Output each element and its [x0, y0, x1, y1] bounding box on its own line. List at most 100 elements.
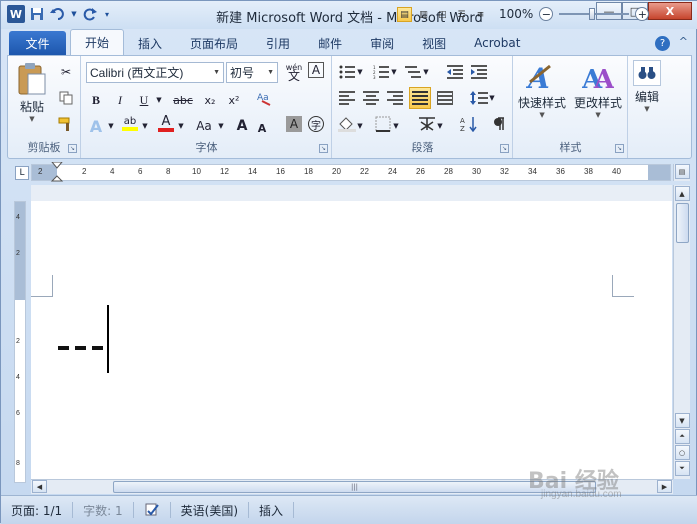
line-spacing-icon[interactable] [469, 88, 489, 108]
numbering-icon[interactable]: 123 [371, 62, 391, 82]
page-count[interactable]: 页面: 1/1 [1, 502, 74, 518]
tab-insert[interactable]: 插入 [124, 31, 176, 55]
insert-mode[interactable]: 插入 [249, 502, 295, 518]
format-painter-icon[interactable] [56, 114, 76, 134]
character-shading-button[interactable]: A [286, 116, 302, 132]
next-page-button[interactable]: ⏷ [674, 461, 690, 476]
align-right-icon[interactable] [385, 88, 405, 108]
chevron-down-icon[interactable]: ▼ [421, 62, 431, 82]
clear-formatting-icon[interactable]: Aa [254, 88, 274, 108]
scroll-thumb-horizontal[interactable]: ||| [113, 481, 596, 493]
chevron-down-icon[interactable]: ▼ [140, 116, 150, 136]
multilevel-list-icon[interactable] [403, 62, 423, 82]
indent-marker-icon[interactable] [50, 162, 64, 184]
quick-styles-button[interactable]: A 快速样式 ▼ [518, 62, 566, 119]
horizontal-ruler[interactable]: 2 2 4 6 8 10 12 14 16 18 20 22 24 26 28 … [31, 162, 671, 184]
language-indicator[interactable]: 英语(美国) [171, 502, 250, 518]
chevron-down-icon[interactable]: ▼ [435, 116, 445, 136]
increase-indent-icon[interactable] [469, 62, 489, 82]
highlight-button[interactable]: ab [120, 114, 140, 134]
font-size-select[interactable]: 初号 ▼ [226, 62, 278, 83]
phonetic-guide-button[interactable]: wén 文 [284, 62, 304, 83]
tab-acrobat[interactable]: Acrobat [460, 31, 534, 55]
character-border-button[interactable]: A [308, 62, 324, 78]
chevron-down-icon[interactable]: ▼ [355, 116, 365, 136]
text-effects-button[interactable]: A [86, 116, 106, 136]
scroll-right-button[interactable]: ▶ [657, 480, 672, 493]
tab-page-layout[interactable]: 页面布局 [176, 31, 252, 55]
tab-home[interactable]: 开始 [70, 29, 125, 55]
subscript-button[interactable]: x₂ [200, 90, 220, 110]
print-layout-icon[interactable]: ▤ [397, 7, 412, 22]
tab-references[interactable]: 引用 [252, 31, 304, 55]
strikethrough-button[interactable]: abc [170, 90, 196, 110]
proofing-icon[interactable] [134, 502, 171, 518]
decrease-indent-icon[interactable] [445, 62, 465, 82]
italic-button[interactable]: I [110, 90, 130, 110]
previous-page-button[interactable]: ⏶ [674, 429, 690, 444]
document-page[interactable] [31, 201, 672, 479]
borders-icon[interactable] [373, 114, 393, 134]
web-layout-icon[interactable]: ◰ [435, 7, 450, 22]
scroll-thumb-vertical[interactable] [675, 203, 689, 243]
ruler-toggle-icon[interactable]: ▤ [674, 164, 690, 179]
chevron-down-icon[interactable]: ▼ [216, 116, 226, 136]
chevron-down-icon[interactable]: ▼ [154, 90, 164, 110]
chevron-down-icon[interactable]: ▼ [391, 116, 401, 136]
underline-button[interactable]: U [134, 90, 154, 110]
scroll-down-button[interactable]: ▼ [674, 413, 690, 428]
scroll-up-button[interactable]: ▲ [674, 186, 690, 201]
paste-button[interactable]: 粘贴 ▼ [16, 62, 48, 123]
chevron-down-icon[interactable]: ▼ [389, 62, 399, 82]
enclose-characters-button[interactable]: 字 [308, 116, 324, 132]
select-browse-object-button[interactable]: ○ [674, 445, 690, 460]
bold-button[interactable]: B [86, 90, 106, 110]
change-styles-button[interactable]: AA 更改样式 ▼ [574, 62, 622, 119]
zoom-slider[interactable] [559, 8, 630, 20]
outline-icon[interactable]: ☰ [454, 7, 469, 22]
vertical-scrollbar[interactable]: ▲ ▼ ⏶ ○ ⏷ [673, 185, 690, 479]
zoom-level[interactable]: 100% [499, 7, 533, 21]
tab-view[interactable]: 视图 [408, 31, 460, 55]
zoom-out-button[interactable]: − [539, 7, 554, 21]
chevron-down-icon[interactable]: ▼ [355, 62, 365, 82]
chevron-down-icon[interactable]: ▼ [487, 88, 497, 108]
tab-selector-icon[interactable]: L [15, 166, 29, 180]
justify-icon[interactable] [409, 87, 431, 109]
chevron-down-icon[interactable]: ▼ [106, 116, 116, 136]
superscript-button[interactable]: x² [224, 90, 244, 110]
font-launcher-icon[interactable]: ↘ [319, 144, 328, 153]
editing-button[interactable]: 编辑 ▼ [633, 60, 661, 113]
tab-file[interactable]: 文件 [9, 31, 66, 55]
bullets-icon[interactable] [337, 62, 357, 82]
cut-icon[interactable]: ✂ [56, 62, 76, 82]
document-area[interactable] [31, 185, 672, 479]
document-text[interactable] [58, 346, 103, 350]
help-icon[interactable]: ? [655, 36, 670, 51]
change-case-button[interactable]: Aa [192, 116, 216, 136]
tab-review[interactable]: 审阅 [356, 31, 408, 55]
minimize-ribbon-icon[interactable]: ^ [679, 35, 688, 48]
distributed-icon[interactable] [435, 88, 455, 108]
align-left-icon[interactable] [337, 88, 357, 108]
tab-mailings[interactable]: 邮件 [304, 31, 356, 55]
styles-launcher-icon[interactable]: ↘ [615, 144, 624, 153]
chinese-layout-icon[interactable] [417, 114, 437, 134]
grow-font-button[interactable]: A [232, 116, 252, 136]
zoom-in-button[interactable]: + [635, 7, 650, 21]
word-count[interactable]: 字数: 1 [73, 502, 134, 518]
align-center-icon[interactable] [361, 88, 381, 108]
shrink-font-button[interactable]: A [252, 118, 272, 138]
scroll-left-button[interactable]: ◀ [32, 480, 47, 493]
shading-icon[interactable] [337, 114, 357, 134]
chevron-down-icon[interactable]: ▼ [176, 116, 186, 136]
vertical-ruler[interactable]: 4 2 2 4 6 8 [14, 201, 26, 483]
font-color-button[interactable]: A [156, 114, 176, 134]
clipboard-launcher-icon[interactable]: ↘ [68, 144, 77, 153]
close-button[interactable]: X [648, 2, 692, 20]
draft-icon[interactable]: ≡ [473, 7, 488, 22]
zoom-slider-thumb[interactable] [589, 8, 596, 20]
full-screen-reading-icon[interactable]: ▥ [416, 7, 431, 22]
font-name-select[interactable]: Calibri (西文正文) ▼ [86, 62, 224, 83]
copy-icon[interactable] [56, 88, 76, 108]
